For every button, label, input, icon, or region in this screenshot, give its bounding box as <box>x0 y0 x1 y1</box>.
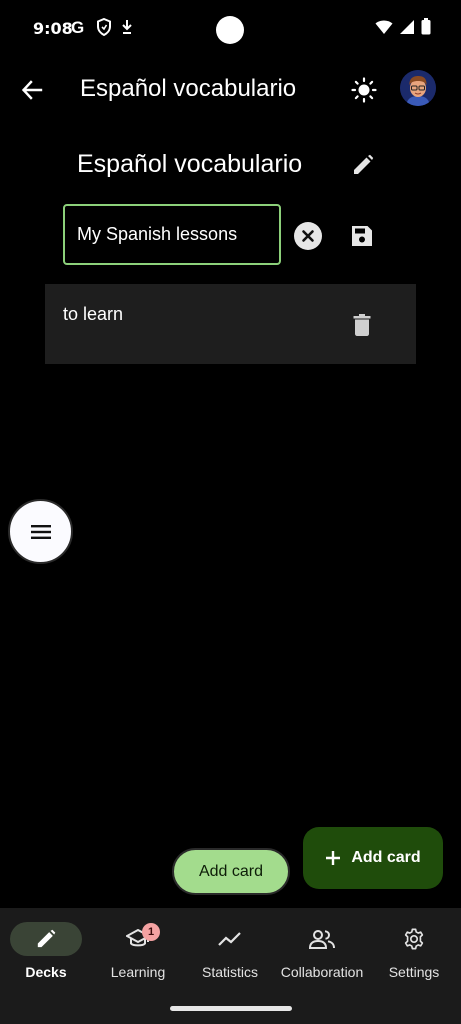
trash-icon <box>353 314 371 336</box>
cancel-edit-button[interactable] <box>294 222 322 250</box>
list-item[interactable]: to learn <box>45 284 416 364</box>
svg-text:G: G <box>71 18 84 36</box>
nav-pill <box>286 922 358 956</box>
add-card-fab-label: Add card <box>351 849 421 866</box>
bottom-navigation: Decks 1 Learning Statistics Collaboratio… <box>0 908 461 1024</box>
nav-item-statistics[interactable]: Statistics <box>184 922 276 994</box>
app-bar: Español vocabulario <box>0 58 461 122</box>
trending-up-icon <box>218 932 241 946</box>
nav-pill: 1 <box>102 922 174 956</box>
card-text: to learn <box>63 304 124 324</box>
nav-item-learning[interactable]: 1 Learning <box>92 922 184 994</box>
arrow-back-icon <box>21 80 43 100</box>
save-edit-button[interactable] <box>347 221 377 251</box>
notification-badge: 1 <box>142 923 160 941</box>
pencil-icon <box>354 154 374 174</box>
nav-pill <box>378 922 450 956</box>
status-icons-right <box>375 18 431 35</box>
theme-toggle-button[interactable] <box>346 72 382 108</box>
status-time: 9:08 <box>33 19 73 38</box>
avatar[interactable] <box>400 70 436 106</box>
nav-label: Learning <box>110 964 166 980</box>
avatar-image <box>400 70 436 106</box>
delete-card-button[interactable] <box>347 310 377 340</box>
status-icons-left: G <box>70 18 134 36</box>
add-card-fab[interactable]: Add card <box>303 827 443 889</box>
deck-title: Español vocabulario <box>77 150 303 178</box>
app-title: Español vocabulario <box>80 75 297 102</box>
people-icon <box>309 930 335 949</box>
nav-label: Settings <box>388 964 440 980</box>
plus-icon <box>326 851 341 865</box>
sun-icon <box>351 77 377 103</box>
gear-icon <box>404 928 424 950</box>
nav-item-decks[interactable]: Decks <box>0 922 92 994</box>
home-indicator[interactable] <box>170 1006 292 1011</box>
google-icon: G <box>71 18 84 36</box>
nav-item-settings[interactable]: Settings <box>368 922 460 994</box>
back-button[interactable] <box>14 72 50 108</box>
close-icon <box>302 230 314 242</box>
status-bar: 9:08 G <box>0 0 461 58</box>
shield-icon <box>97 18 111 36</box>
menu-button[interactable] <box>8 499 73 564</box>
battery-icon <box>421 18 431 35</box>
signal-icon <box>400 19 414 34</box>
nav-item-collaboration[interactable]: Collaboration <box>276 922 368 994</box>
nav-label: Statistics <box>201 964 258 980</box>
nav-label: Decks <box>25 964 67 980</box>
nav-label: Collaboration <box>280 964 364 980</box>
download-icon <box>122 20 132 34</box>
save-icon <box>352 226 372 246</box>
nav-pill <box>194 922 266 956</box>
description-input[interactable] <box>63 204 281 265</box>
camera-cutout <box>216 16 244 44</box>
menu-icon <box>30 524 51 539</box>
edit-title-button[interactable] <box>346 148 380 182</box>
wifi-icon <box>375 20 393 34</box>
add-card-button[interactable]: Add card <box>172 848 290 895</box>
nav-pill <box>10 922 82 956</box>
pencil-icon <box>37 929 56 948</box>
